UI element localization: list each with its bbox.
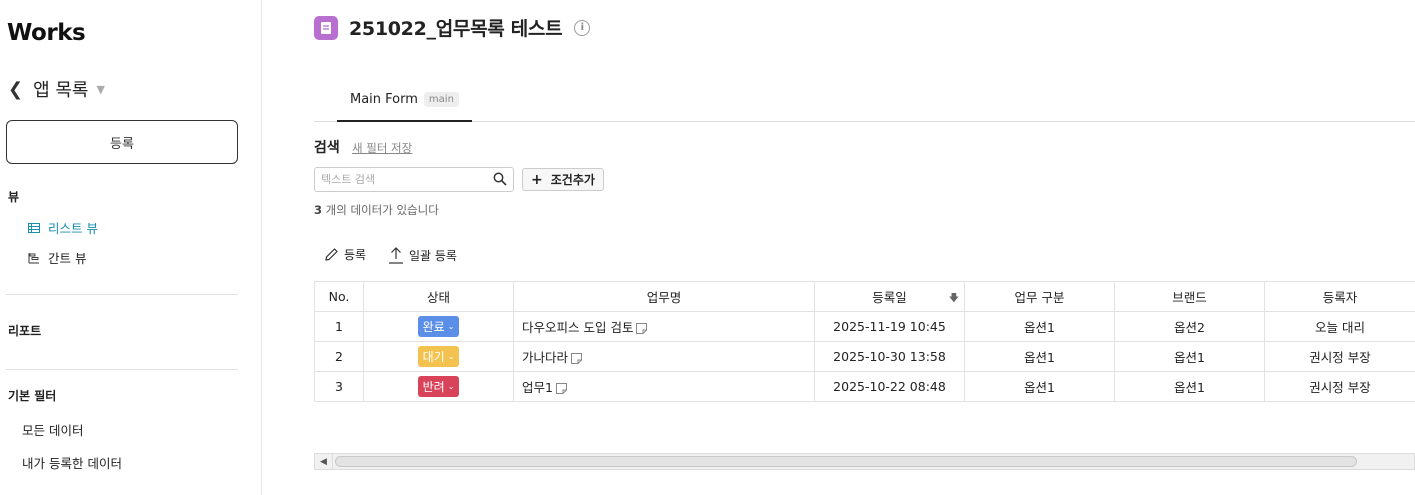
sort-desc-icon[interactable]: 🡇 xyxy=(949,291,959,308)
chevron-down-icon: ⌄ xyxy=(447,382,455,391)
toolbar-register-button[interactable]: 등록 xyxy=(324,246,366,263)
data-count: 3 개의 데이터가 있습니다 xyxy=(314,202,439,218)
cell-no: 3 xyxy=(314,371,364,402)
column-header-status[interactable]: 상태 xyxy=(363,281,514,312)
cell-author: 권시정 부장 xyxy=(1264,341,1415,372)
bulk-register-label: 일괄 등록 xyxy=(409,248,457,263)
status-badge[interactable]: 대기 ⌄ xyxy=(417,346,460,367)
column-header-no[interactable]: No. xyxy=(314,281,364,312)
sidebar-item-list-view[interactable]: 리스트 뷰 xyxy=(28,218,98,237)
cell-status: 대기 ⌄ xyxy=(363,341,514,372)
search-input[interactable] xyxy=(315,168,485,191)
toolbar-register-label: 등록 xyxy=(344,248,367,262)
sidebar: Works ❮ 앱 목록 ▼ 등록 뷰 리스트 뷰 간트 뷰 리포트 기본 필터… xyxy=(0,0,262,495)
cell-type: 옵션1 xyxy=(964,371,1115,402)
search-label: 검색 xyxy=(314,140,340,156)
sidebar-item-label: 간트 뷰 xyxy=(48,251,87,266)
app-logo: Works xyxy=(7,20,86,46)
app-list-dropdown[interactable]: ❮ 앱 목록 ▼ xyxy=(8,76,105,102)
table-row[interactable]: 3 반려 ⌄ 업무1 2025-10-22 08:48 옵션1 옵션1 권시정 부… xyxy=(314,371,1415,402)
page-header: 251022_업무목록 테스트 i xyxy=(314,14,591,41)
table-row[interactable]: 2 대기 ⌄ 가나다라 2025-10-30 13:58 옵션1 옵션1 권시정 … xyxy=(314,341,1415,372)
plus-icon: + xyxy=(531,171,543,188)
cell-no: 1 xyxy=(314,311,364,342)
tab-label: Main Form xyxy=(350,91,418,107)
cell-name[interactable]: 가나다라 xyxy=(513,341,815,372)
document-icon[interactable] xyxy=(555,382,568,395)
column-header-date[interactable]: 등록일 🡇 xyxy=(814,281,965,312)
cell-brand: 옵션1 xyxy=(1114,341,1265,372)
cell-type: 옵션1 xyxy=(964,341,1115,372)
add-condition-label: 조건추가 xyxy=(550,173,595,187)
filter-section-title: 기본 필터 xyxy=(8,389,57,403)
column-header-name[interactable]: 업무명 xyxy=(513,281,815,312)
cell-name[interactable]: 업무1 xyxy=(513,371,815,402)
task-name: 업무1 xyxy=(522,380,553,395)
list-view-icon xyxy=(28,222,40,233)
cell-type: 옵션1 xyxy=(964,311,1115,342)
info-icon[interactable]: i xyxy=(574,19,591,36)
status-label: 완료 xyxy=(422,320,445,334)
gantt-view-icon xyxy=(28,252,39,263)
register-button[interactable]: 등록 xyxy=(6,120,238,164)
horizontal-scrollbar[interactable]: ◀ xyxy=(314,453,1415,470)
filter-all-data[interactable]: 모든 데이터 xyxy=(22,420,83,439)
app-icon xyxy=(314,15,338,40)
table-row[interactable]: 1 완료 ⌄ 다우오피스 도입 검토 2025-11-19 10:45 옵션1 옵… xyxy=(314,311,1415,342)
scroll-left-icon[interactable]: ◀ xyxy=(315,454,333,469)
cell-date: 2025-11-19 10:45 xyxy=(814,311,965,342)
app-list-label: 앱 목록 xyxy=(33,80,89,101)
save-filter-link[interactable]: 새 필터 저장 xyxy=(352,140,412,156)
search-icon[interactable] xyxy=(493,172,507,186)
column-header-date-label: 등록일 xyxy=(872,290,907,305)
status-label: 대기 xyxy=(422,350,445,364)
scrollbar-thumb[interactable] xyxy=(335,456,1357,467)
tab-main-form[interactable]: Main Form main xyxy=(337,78,472,122)
cell-name[interactable]: 다우오피스 도입 검토 xyxy=(513,311,815,342)
cell-author: 오늘 대리 xyxy=(1264,311,1415,342)
report-section-title[interactable]: 리포트 xyxy=(8,322,41,339)
tab-bar: Main Form main xyxy=(314,78,1415,122)
chevron-down-icon: ⌄ xyxy=(447,322,455,331)
task-name: 다우오피스 도입 검토 xyxy=(522,320,634,335)
chevron-down-icon: ⌄ xyxy=(447,352,455,361)
divider xyxy=(6,294,238,295)
document-icon[interactable] xyxy=(570,352,583,365)
caret-down-icon: ▼ xyxy=(96,82,105,96)
data-count-number: 3 xyxy=(314,203,323,217)
cell-status: 완료 ⌄ xyxy=(363,311,514,342)
sidebar-item-gantt-view[interactable]: 간트 뷰 xyxy=(28,248,86,267)
cell-brand: 옵션2 xyxy=(1114,311,1265,342)
document-icon[interactable] xyxy=(635,322,648,335)
search-box xyxy=(314,167,514,192)
filter-my-data[interactable]: 내가 등록한 데이터 xyxy=(22,453,122,472)
sidebar-item-label: 리스트 뷰 xyxy=(48,221,98,236)
upload-icon xyxy=(389,247,403,264)
cell-brand: 옵션1 xyxy=(1114,371,1265,402)
task-name: 가나다라 xyxy=(522,350,569,365)
add-condition-button[interactable]: + 조건추가 xyxy=(522,168,604,191)
cell-author: 권시정 부장 xyxy=(1264,371,1415,402)
column-header-author[interactable]: 등록자 xyxy=(1264,281,1415,312)
pencil-icon xyxy=(325,248,338,261)
cell-no: 2 xyxy=(314,341,364,372)
chevron-left-icon[interactable]: ❮ xyxy=(8,79,23,100)
cell-date: 2025-10-30 13:58 xyxy=(814,341,965,372)
status-badge[interactable]: 반려 ⌄ xyxy=(417,376,460,397)
tab-badge: main xyxy=(423,91,459,107)
cell-date: 2025-10-22 08:48 xyxy=(814,371,965,402)
column-header-type[interactable]: 업무 구분 xyxy=(964,281,1115,312)
views-section-title: 뷰 xyxy=(8,190,20,204)
column-header-brand[interactable]: 브랜드 xyxy=(1114,281,1265,312)
data-count-suffix: 개의 데이터가 있습니다 xyxy=(322,203,439,217)
status-label: 반려 xyxy=(422,380,445,394)
bulk-register-button[interactable]: 일괄 등록 xyxy=(388,246,457,264)
table-header-row: No. 상태 업무명 등록일 🡇 업무 구분 브랜드 등록자 xyxy=(314,281,1415,312)
divider xyxy=(6,369,238,370)
status-badge[interactable]: 완료 ⌄ xyxy=(417,316,460,337)
data-table: No. 상태 업무명 등록일 🡇 업무 구분 브랜드 등록자 1 완료 ⌄ 다우오피… xyxy=(314,281,1415,402)
cell-status: 반려 ⌄ xyxy=(363,371,514,402)
page-title: 251022_업무목록 테스트 xyxy=(349,18,563,40)
